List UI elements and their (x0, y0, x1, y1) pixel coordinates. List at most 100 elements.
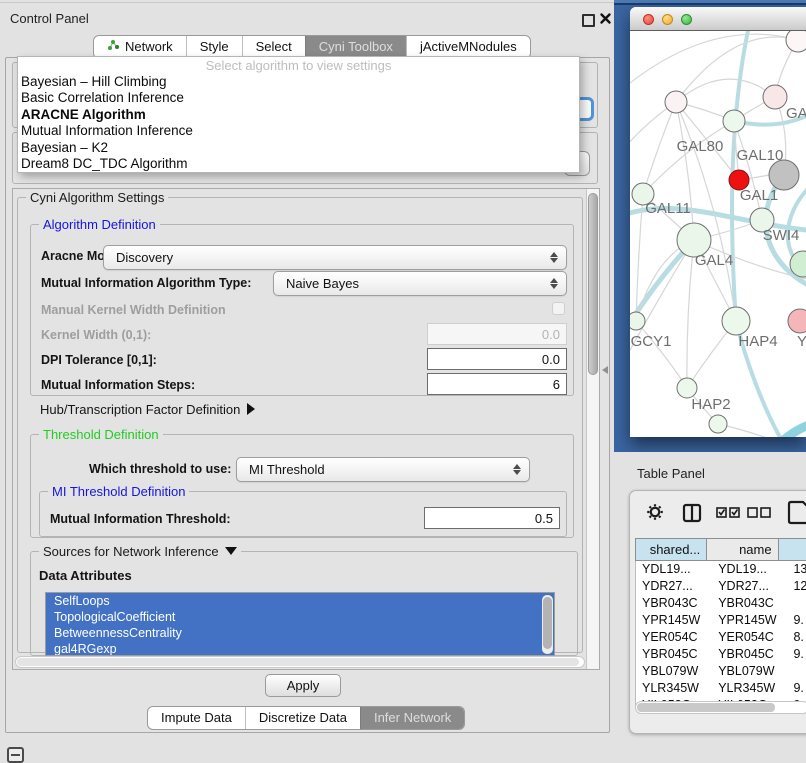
apply-button[interactable]: Apply (265, 674, 341, 697)
network-canvas[interactable]: GALGAL80GAL10GAL1GAL11SWI4GAL4GCY1HAP4YH… (630, 31, 806, 437)
splitter-collapse-icon[interactable] (602, 366, 608, 374)
network-node[interactable] (630, 312, 645, 330)
column-header[interactable]: shared... (635, 538, 707, 561)
network-node[interactable] (788, 309, 806, 333)
tab-infer-network[interactable]: Infer Network (360, 707, 464, 729)
tab-label: Style (200, 36, 229, 58)
table-row[interactable]: YBR043CYBR043C (636, 595, 806, 612)
vertical-scrollbar[interactable] (586, 189, 599, 669)
group-title: Cyni Algorithm Settings (26, 190, 168, 205)
sources-expander[interactable]: Sources for Network Inference (39, 544, 241, 559)
data-attributes-list[interactable]: SelfLoopsTopologicalCoefficientBetweenne… (45, 592, 555, 656)
scrollbar-thumb[interactable] (588, 193, 598, 375)
table-row[interactable]: YLR345WYLR345W9. (636, 680, 806, 697)
split-columns-icon[interactable] (682, 503, 702, 526)
table-row[interactable]: YBR045CYBR045C9. (636, 646, 806, 663)
algorithm-option[interactable]: ARACNE Algorithm (18, 107, 579, 123)
table-row[interactable]: YDR27...YDR27...12 (636, 578, 806, 595)
algorithm-definition-group: Algorithm Definition Aracne Mode: Discov… (30, 224, 574, 396)
table-row[interactable]: YPR145WYPR145W9. (636, 612, 806, 629)
network-edge[interactable] (630, 34, 798, 91)
table-row[interactable]: YBL079WYBL079W (636, 663, 806, 680)
table-cell: 9. (787, 646, 806, 663)
dpi-tolerance-field[interactable]: 0.0 (427, 348, 567, 370)
zoom-traffic-light-icon[interactable] (681, 14, 692, 25)
horizontal-scrollbar[interactable] (15, 656, 585, 668)
scrollbar-thumb[interactable] (637, 703, 775, 712)
tab-select[interactable]: Select (242, 36, 305, 58)
list-scrollbar[interactable] (542, 595, 553, 654)
panel-title: Table Panel (637, 466, 705, 481)
network-node[interactable] (763, 85, 787, 109)
node-label: HAP4 (738, 333, 777, 350)
table-row[interactable]: YDL19...YDL19...13 (636, 561, 806, 578)
aracne-mode-select[interactable]: Discovery (103, 245, 567, 270)
threshold-definition-group: Threshold Definition Which threshold to … (30, 434, 574, 538)
mi-threshold-field[interactable]: 0.5 (424, 507, 560, 529)
table-cell: YLR345W (636, 680, 712, 697)
cyni-algorithm-settings-group: Cyni Algorithm Settings Algorithm Defini… (17, 197, 583, 653)
network-edge[interactable] (676, 79, 775, 102)
table-row[interactable]: YER054CYER054C8. (636, 629, 806, 646)
float-panel-icon[interactable] (582, 14, 595, 27)
table-cell: YDR27... (636, 578, 712, 595)
select-all-checkboxes-icon[interactable] (716, 507, 740, 522)
network-edge[interactable] (718, 424, 780, 437)
panel-title: Control Panel (10, 11, 89, 26)
table-horizontal-scrollbar[interactable] (635, 701, 806, 714)
table-cell: YLR345W (712, 680, 787, 697)
tab-discretize-data[interactable]: Discretize Data (245, 707, 360, 729)
network-node[interactable] (665, 91, 687, 113)
tab-jactivemnodules[interactable]: jActiveMNodules (406, 36, 530, 58)
attribute-list-item[interactable]: gal4RGexp (46, 641, 554, 656)
network-edge[interactable] (636, 321, 687, 388)
attribute-list-item[interactable]: SelfLoops (46, 593, 554, 609)
column-header[interactable]: name (707, 538, 778, 561)
manual-kernel-checkbox[interactable] (552, 302, 565, 315)
group-title: Threshold Definition (39, 427, 163, 442)
dock-panel-icon[interactable] (7, 747, 24, 763)
minimize-traffic-light-icon[interactable] (662, 14, 673, 25)
tab-cyni-toolbox[interactable]: Cyni Toolbox (305, 36, 406, 58)
network-node[interactable] (723, 110, 745, 132)
selected-value: MI Threshold (249, 462, 325, 477)
threshold-select[interactable]: MI Threshold (236, 457, 530, 482)
mi-type-select[interactable]: Naive Bayes (273, 271, 567, 296)
network-node[interactable] (786, 31, 806, 52)
network-node[interactable] (722, 307, 750, 335)
close-icon[interactable] (599, 12, 612, 25)
data-attributes-label: Data Attributes (39, 568, 132, 583)
algorithm-option[interactable]: Bayesian – Hill Climbing (18, 74, 579, 90)
algorithm-option[interactable]: Mutual Information Inference (18, 123, 579, 139)
network-edge[interactable] (687, 240, 694, 388)
algorithm-option[interactable]: Basic Correlation Inference (18, 90, 579, 106)
file-icon[interactable] (787, 500, 806, 528)
tab-impute-data[interactable]: Impute Data (148, 707, 245, 729)
column-header[interactable] (779, 538, 806, 561)
divider (0, 2, 618, 3)
close-traffic-light-icon[interactable] (643, 14, 654, 25)
algorithm-option[interactable]: Dream8 DC_TDC Algorithm (18, 156, 579, 172)
network-edge[interactable] (643, 102, 676, 194)
algorithm-option[interactable]: Bayesian – K2 (18, 140, 579, 156)
tab-network[interactable]: Network (94, 36, 186, 58)
mi-steps-field[interactable]: 6 (427, 373, 567, 395)
window-titlebar[interactable] (630, 7, 806, 31)
kernel-width-field[interactable]: 0.0 (427, 323, 567, 345)
algorithm-popup-list: Bayesian – Hill ClimbingBasic Correlatio… (18, 74, 579, 172)
attribute-list-item[interactable]: BetweennessCentrality (46, 625, 554, 641)
popup-placeholder: Select algorithm to view settings (18, 58, 579, 74)
stepper-icon (549, 277, 558, 290)
network-node[interactable] (677, 378, 697, 398)
attribute-list-item[interactable]: TopologicalCoefficient (46, 609, 554, 625)
gear-icon[interactable] (646, 503, 664, 524)
table-cell: YBL079W (636, 663, 712, 680)
network-node[interactable] (769, 160, 799, 190)
scrollbar-thumb[interactable] (543, 597, 552, 649)
scrollbar-thumb[interactable] (17, 658, 579, 666)
network-node[interactable] (709, 415, 727, 433)
table-cell: YBR043C (636, 595, 712, 612)
hub-definition-expander[interactable]: Hub/Transcription Factor Definition (40, 402, 255, 417)
tab-style[interactable]: Style (186, 36, 242, 58)
deselect-all-checkboxes-icon[interactable] (747, 507, 771, 522)
